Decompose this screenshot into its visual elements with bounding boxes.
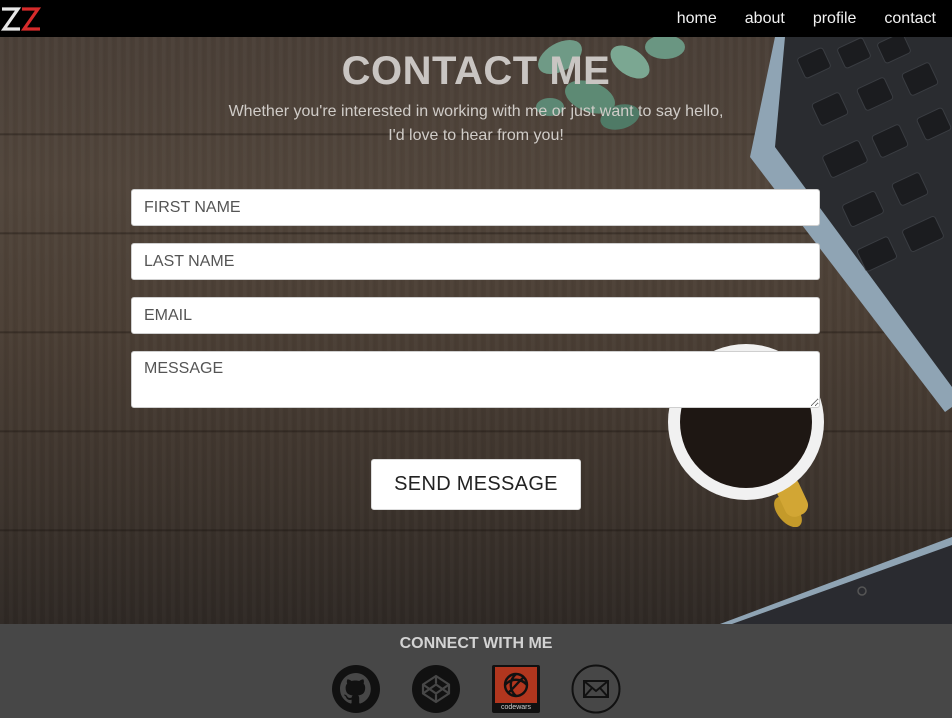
email-icon[interactable] — [571, 664, 621, 714]
codewars-label: codewars — [501, 704, 531, 711]
footer: CONNECT WITH ME codewars — [0, 624, 952, 718]
nav-home[interactable]: home — [677, 0, 717, 37]
codepen-icon[interactable] — [411, 664, 461, 714]
nav-about[interactable]: about — [745, 0, 785, 37]
nav-links: home about profile contact — [665, 0, 952, 37]
logo[interactable] — [0, 4, 42, 34]
nav-profile[interactable]: profile — [813, 0, 857, 37]
message-textarea[interactable] — [131, 351, 820, 408]
nav-contact[interactable]: contact — [884, 0, 936, 37]
github-icon[interactable] — [331, 664, 381, 714]
connect-heading: CONNECT WITH ME — [399, 635, 553, 652]
last-name-input[interactable] — [131, 243, 820, 280]
subtitle-line-2: I'd love to hear from you! — [388, 127, 564, 144]
email-input[interactable] — [131, 297, 820, 334]
first-name-input[interactable] — [131, 189, 820, 226]
subtitle-line-1: Whether you're interested in working wit… — [228, 103, 724, 120]
codewars-icon[interactable]: codewars — [491, 664, 541, 714]
send-message-button[interactable]: SEND MESSAGE — [371, 459, 581, 510]
page-title: CONTACT ME — [341, 49, 611, 93]
page-subtitle: Whether you're interested in working wit… — [0, 100, 952, 148]
navbar: home about profile contact — [0, 0, 952, 37]
contact-hero: CONTACT ME Whether you're interested in … — [0, 37, 952, 624]
